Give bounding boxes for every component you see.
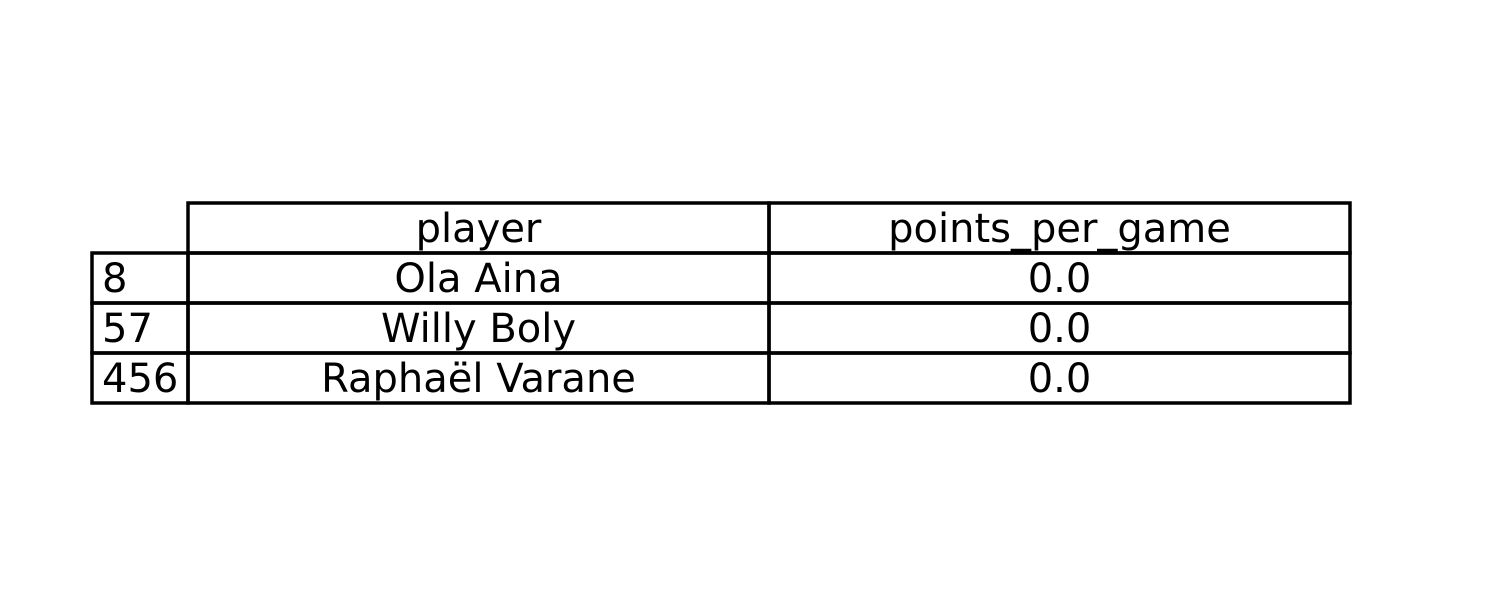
row-index-label: 8: [102, 256, 127, 302]
cell-value: 0.0: [1028, 256, 1092, 302]
cell-value: Willy Boly: [381, 306, 576, 352]
row-index-label: 57: [102, 306, 153, 352]
cell-value: Ola Aina: [394, 256, 562, 302]
row-index-label: 456: [102, 356, 178, 402]
cell-value: Raphaël Varane: [321, 356, 636, 402]
data-table: player points_per_game 8 Ola Aina 0.0 57 Willy…: [90, 201, 1352, 405]
cell-value: 0.0: [1028, 306, 1092, 352]
column-header: player: [416, 206, 542, 252]
cell-value: 0.0: [1028, 356, 1092, 402]
column-header: points_per_game: [888, 206, 1231, 252]
